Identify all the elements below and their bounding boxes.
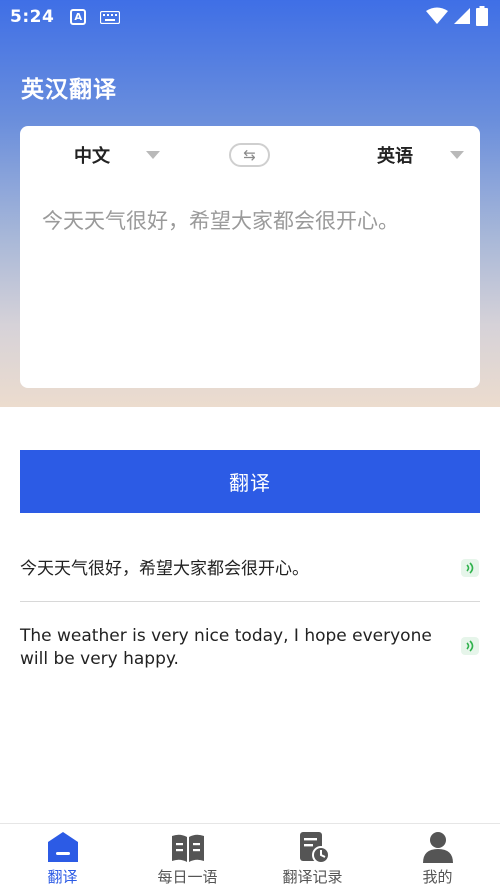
- speak-source-button[interactable]: [461, 559, 479, 577]
- battery-icon: [476, 6, 488, 26]
- source-text-input[interactable]: 今天天气很好，希望大家都会很开心。: [42, 206, 462, 236]
- tab-label: 翻译记录: [282, 868, 343, 886]
- tab-label: 每日一语: [157, 868, 218, 886]
- wifi-icon: [426, 7, 448, 24]
- tab-label: 翻译: [47, 868, 78, 886]
- keyboard-icon: [100, 10, 121, 24]
- target-language-caret-icon[interactable]: [450, 151, 464, 159]
- result-divider: [20, 601, 480, 602]
- home-icon: [47, 832, 78, 862]
- app-title: 英汉翻译: [21, 77, 117, 103]
- history-icon: [299, 832, 330, 864]
- tab-history[interactable]: 翻译记录: [250, 824, 375, 888]
- tab-daily-quote[interactable]: 每日一语: [125, 824, 250, 888]
- swap-languages-button[interactable]: ⇆: [229, 143, 270, 167]
- source-language-select[interactable]: 中文: [74, 142, 110, 168]
- speaker-icon: [466, 562, 474, 574]
- book-icon: [171, 834, 204, 862]
- notification-a-icon: A: [70, 9, 87, 25]
- tab-profile[interactable]: 我的: [375, 824, 500, 888]
- result-source-text: 今天天气很好，希望大家都会很开心。: [20, 559, 309, 579]
- tab-label: 我的: [422, 868, 453, 886]
- result-translated-text: The weather is very nice today, I hope e…: [20, 626, 432, 669]
- translation-input-card: 中文 ⇆ 英语 今天天气很好，希望大家都会很开心。: [20, 126, 480, 388]
- speak-translation-button[interactable]: [461, 637, 479, 655]
- target-language-select[interactable]: 英语: [377, 142, 413, 168]
- swap-icon: ⇆: [243, 146, 256, 164]
- speaker-icon: [466, 640, 474, 652]
- bottom-tab-bar: 翻译 每日一语 翻译记录 我的: [0, 823, 500, 888]
- status-time: 5:24: [10, 7, 55, 27]
- tab-translate[interactable]: 翻译: [0, 824, 125, 888]
- translate-button[interactable]: 翻译: [20, 450, 480, 513]
- status-bar: 5:24 A: [0, 0, 500, 34]
- signal-icon: [454, 8, 470, 24]
- source-language-caret-icon[interactable]: [146, 151, 160, 159]
- user-icon: [422, 832, 453, 863]
